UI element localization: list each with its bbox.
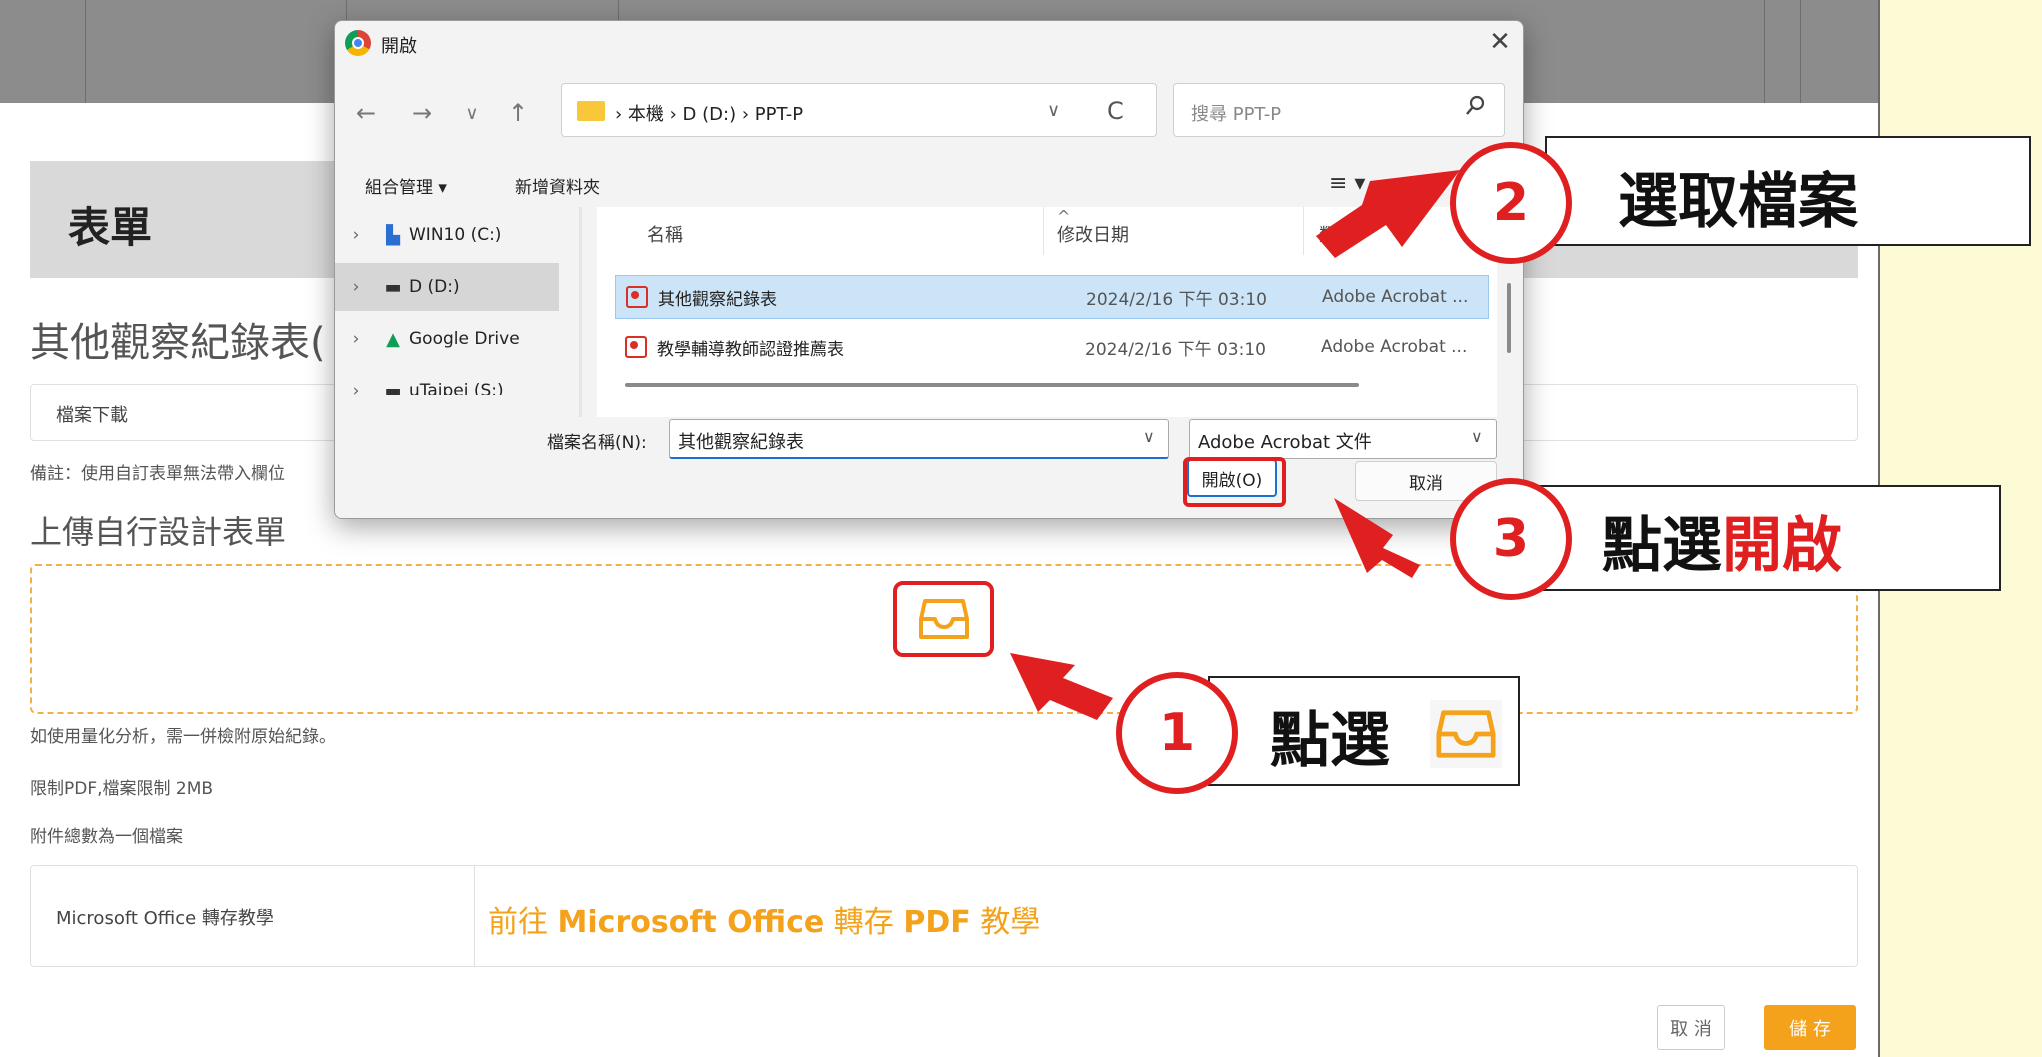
step1-badge: 1 (1116, 672, 1238, 794)
step3-text: 點選開啟 (1602, 497, 1842, 584)
arrow-to-inbox (1010, 653, 1113, 720)
step3-text-red: 開啟 (1722, 511, 1842, 581)
step2-badge: 2 (1450, 142, 1572, 264)
arrow-to-file (1316, 170, 1460, 258)
step3-text-plain: 點選 (1602, 511, 1722, 581)
step3-badge: 3 (1450, 478, 1572, 600)
inbox-icon (1430, 700, 1502, 768)
arrow-to-open (1334, 498, 1420, 578)
step2-text: 選取檔案 (1618, 167, 1858, 237)
step1-text: 點選 (1270, 706, 1390, 776)
